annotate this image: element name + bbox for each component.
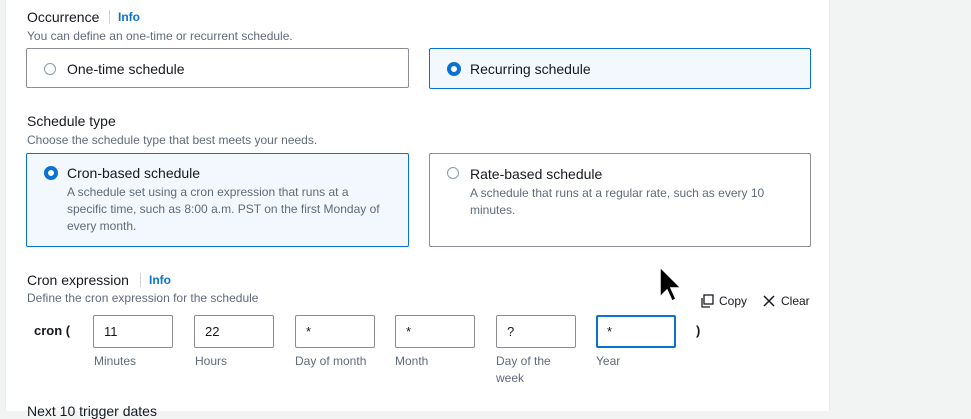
minutes-label: Minutes — [94, 354, 137, 368]
rate-based-schedule-option[interactable]: Rate-based schedule A schedule that runs… — [429, 153, 811, 247]
clear-label: Clear — [781, 294, 810, 308]
cron-based-radio[interactable] — [44, 166, 58, 180]
cron-based-description: A schedule set using a cron expression t… — [67, 185, 380, 233]
rate-based-radio[interactable] — [447, 167, 459, 179]
hours-field[interactable] — [194, 315, 274, 348]
recurring-label: Recurring schedule — [470, 61, 591, 77]
next-trigger-dates-label: Next 10 trigger dates — [27, 403, 157, 419]
minutes-field[interactable] — [93, 315, 173, 348]
cron-suffix: ) — [696, 323, 701, 338]
rate-based-description: A schedule that runs at a regular rate, … — [470, 186, 765, 217]
one-time-radio[interactable] — [44, 63, 56, 75]
rate-based-title: Rate-based schedule — [470, 166, 603, 182]
cron-expression-description: Define the cron expression for the sched… — [27, 291, 259, 305]
day-of-month-label: Day of month — [295, 354, 367, 368]
schedule-type-description: Choose the schedule type that best meets… — [27, 133, 318, 147]
one-time-label: One-time schedule — [67, 61, 185, 77]
year-field[interactable] — [596, 315, 676, 348]
copy-button[interactable]: Copy — [700, 294, 747, 308]
mouse-cursor-icon — [659, 265, 683, 303]
copy-label: Copy — [719, 294, 748, 308]
schedule-type-label: Schedule type — [27, 113, 116, 129]
day-of-week-label: Day of the week — [496, 354, 551, 385]
day-of-month-field[interactable] — [295, 315, 375, 348]
copy-icon — [701, 294, 714, 308]
hours-label: Hours — [195, 354, 228, 368]
month-field[interactable] — [395, 315, 475, 348]
recurring-radio[interactable] — [447, 62, 461, 76]
occurrence-label: Occurrence — [27, 9, 100, 25]
schedule-panel: Occurrence Info You can define an one-ti… — [5, 0, 830, 419]
day-of-week-field[interactable] — [496, 315, 576, 348]
recurring-schedule-option[interactable]: Recurring schedule — [429, 48, 811, 89]
cron-info-link[interactable]: Info — [140, 273, 171, 287]
cron-expression-label: Cron expression — [27, 272, 129, 288]
occurrence-info-link[interactable]: Info — [109, 10, 140, 24]
cron-based-title: Cron-based schedule — [67, 165, 201, 181]
cron-prefix: cron ( — [34, 323, 71, 338]
occurrence-description: You can define an one-time or recurrent … — [27, 29, 293, 43]
clear-button[interactable]: Clear — [762, 294, 810, 308]
month-label: Month — [395, 354, 429, 368]
year-label: Year — [596, 354, 621, 368]
one-time-schedule-option[interactable]: One-time schedule — [26, 48, 409, 88]
close-icon — [763, 295, 775, 307]
cron-based-schedule-option[interactable]: Cron-based schedule A schedule set using… — [26, 153, 409, 247]
